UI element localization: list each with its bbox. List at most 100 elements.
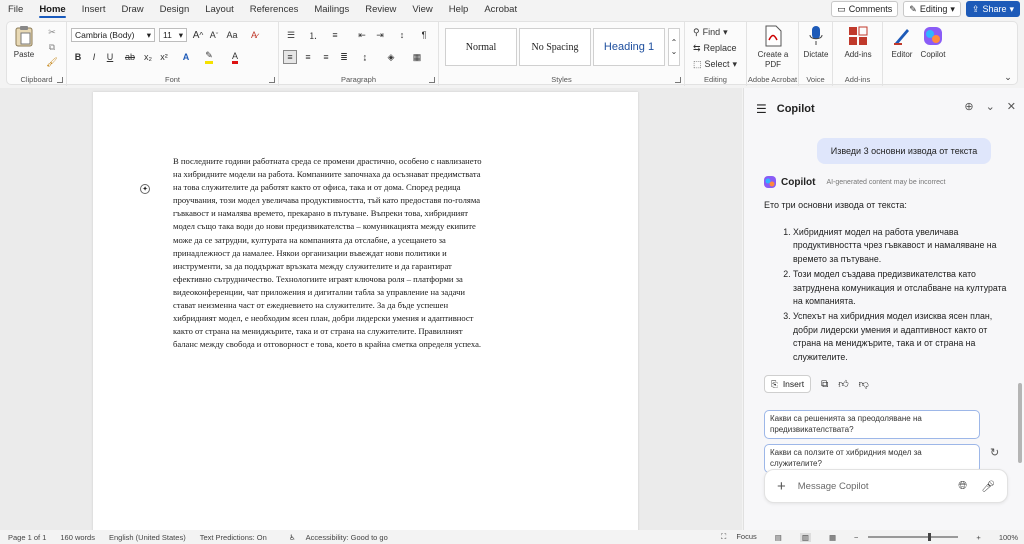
- page-count[interactable]: Page 1 of 1: [8, 533, 46, 542]
- multilevel-list-icon[interactable]: ≡: [327, 28, 343, 42]
- find-button[interactable]: ⚲ Find ▾: [693, 25, 728, 39]
- subscript-icon[interactable]: x₂: [141, 50, 155, 64]
- tab-home[interactable]: Home: [31, 0, 73, 19]
- style-heading-1[interactable]: Heading 1: [593, 28, 665, 66]
- response-actions: ⎘ Insert ⧉ 👍︎ 👎︎: [764, 375, 869, 393]
- tab-acrobat[interactable]: Acrobat: [476, 0, 525, 19]
- chevron-down-icon[interactable]: ⌄: [986, 100, 995, 113]
- tab-references[interactable]: References: [242, 0, 307, 19]
- zoom-slider[interactable]: [868, 533, 959, 541]
- select-button[interactable]: ⬚ Select ▾: [693, 57, 737, 71]
- increase-indent-icon[interactable]: ⇥: [373, 28, 387, 42]
- tab-insert[interactable]: Insert: [74, 0, 114, 19]
- zoom-out-icon[interactable]: −: [854, 533, 858, 542]
- thumbs-up-icon[interactable]: 👍︎: [838, 378, 848, 390]
- justify-icon[interactable]: ≣: [337, 50, 351, 64]
- highlight-color-icon[interactable]: ✎: [199, 50, 219, 64]
- comments-button[interactable]: ▭ Comments: [831, 1, 899, 17]
- copilot-ribbon-button[interactable]: Copilot: [917, 24, 949, 60]
- style-no-spacing[interactable]: No Spacing: [519, 28, 591, 66]
- decrease-indent-icon[interactable]: ⇤: [355, 28, 369, 42]
- web-layout-icon[interactable]: ▦: [829, 533, 836, 542]
- font-size-dropdown[interactable]: 11 ▾: [159, 28, 187, 42]
- bullets-icon[interactable]: ☰: [283, 28, 299, 42]
- copilot-scrollbar[interactable]: [1018, 383, 1022, 463]
- tab-design[interactable]: Design: [152, 0, 198, 19]
- ai-disclaimer: AI-generated content may be incorrect: [826, 178, 946, 186]
- globe-icon[interactable]: 🌐︎: [958, 480, 967, 493]
- hamburger-menu-icon[interactable]: ☰: [756, 102, 767, 116]
- zoom-in-icon[interactable]: +: [976, 533, 980, 542]
- copy-icon[interactable]: ⧉: [45, 41, 59, 53]
- new-chat-icon[interactable]: ⊕: [964, 100, 973, 113]
- replace-button[interactable]: ⇆ Replace: [693, 41, 737, 55]
- strikethrough-icon[interactable]: ab: [123, 50, 137, 64]
- create-pdf-button[interactable]: Create a PDF: [753, 24, 793, 70]
- font-name-dropdown[interactable]: Cambria (Body) ▾: [71, 28, 155, 42]
- align-center-icon[interactable]: ≡: [301, 50, 315, 64]
- read-mode-icon[interactable]: ▤: [775, 533, 782, 542]
- sort-icon[interactable]: ↕: [395, 28, 409, 42]
- paragraph-launcher-icon[interactable]: [429, 77, 435, 83]
- close-icon[interactable]: ✕: [1007, 100, 1016, 113]
- show-marks-icon[interactable]: ¶: [417, 28, 431, 42]
- tab-draw[interactable]: Draw: [113, 0, 151, 19]
- text-predictions-status[interactable]: Text Predictions: On: [200, 533, 267, 542]
- font-color-icon[interactable]: A: [225, 50, 245, 64]
- underline-icon[interactable]: U: [103, 50, 117, 64]
- style-normal[interactable]: Normal: [445, 28, 517, 66]
- tab-review[interactable]: Review: [357, 0, 404, 19]
- clear-formatting-icon[interactable]: A̷: [247, 28, 261, 42]
- editing-mode-button[interactable]: ✎ Editing ▾: [903, 1, 961, 17]
- bold-icon[interactable]: B: [71, 50, 85, 64]
- shading-icon[interactable]: ◈: [383, 50, 399, 64]
- align-right-icon[interactable]: ≡: [319, 50, 333, 64]
- add-attachment-icon[interactable]: +: [777, 478, 786, 495]
- insert-button[interactable]: ⎘ Insert: [764, 375, 812, 393]
- language-indicator[interactable]: English (United States): [109, 533, 186, 542]
- refresh-suggestions-icon[interactable]: ↻: [990, 446, 999, 459]
- copilot-margin-icon[interactable]: ✦: [140, 184, 150, 194]
- styles-launcher-icon[interactable]: [675, 77, 681, 83]
- styles-more-icon[interactable]: ⌃ ⌄: [668, 28, 680, 66]
- tab-help[interactable]: Help: [441, 0, 477, 19]
- superscript-icon[interactable]: x²: [157, 50, 171, 64]
- cut-icon[interactable]: ✂: [45, 26, 59, 38]
- document-page[interactable]: ✦ В последните години работната среда се…: [93, 92, 638, 532]
- italic-icon[interactable]: I: [87, 50, 101, 64]
- copy-icon[interactable]: ⧉: [821, 379, 828, 390]
- document-body-text[interactable]: В последните години работната среда се п…: [173, 155, 568, 351]
- paste-button[interactable]: Paste: [13, 24, 35, 60]
- shrink-font-icon[interactable]: Aˇ: [207, 28, 221, 42]
- tab-file[interactable]: File: [0, 0, 31, 19]
- addins-button[interactable]: Add-ins: [837, 24, 879, 60]
- microphone-icon[interactable]: 🎤︎: [981, 480, 995, 493]
- zoom-level[interactable]: 100%: [999, 533, 1018, 542]
- collapse-ribbon-icon[interactable]: ⌄: [1003, 72, 1013, 82]
- line-spacing-icon[interactable]: ↨: [357, 50, 373, 64]
- clipboard-launcher-icon[interactable]: [57, 77, 63, 83]
- borders-icon[interactable]: ▦: [409, 50, 425, 64]
- tab-view[interactable]: View: [404, 0, 440, 19]
- message-input[interactable]: + Message Copilot 🌐︎ 🎤︎: [764, 469, 1008, 503]
- numbering-icon[interactable]: ⒈: [305, 28, 321, 42]
- focus-button[interactable]: ⛶ Focus: [713, 532, 757, 542]
- thumbs-down-icon[interactable]: 👎︎: [859, 378, 869, 390]
- print-layout-icon[interactable]: ▥: [799, 532, 811, 542]
- accessibility-status[interactable]: ♿︎ Accessibility: Good to go: [281, 533, 388, 542]
- word-count[interactable]: 160 words: [60, 533, 95, 542]
- format-painter-icon[interactable]: 🖌: [45, 56, 59, 68]
- font-launcher-icon[interactable]: [269, 77, 275, 83]
- comment-icon: ▭: [837, 3, 846, 14]
- tab-mailings[interactable]: Mailings: [306, 0, 357, 19]
- text-effects-icon[interactable]: A: [179, 50, 193, 64]
- share-button[interactable]: ⇪ Share ▾: [965, 1, 1020, 17]
- zoom-thumb[interactable]: [928, 533, 932, 541]
- grow-font-icon[interactable]: A ^: [191, 28, 205, 42]
- suggestion-chip[interactable]: Какви са решенията за преодоляване на пр…: [764, 410, 980, 439]
- align-left-icon[interactable]: ≡: [283, 50, 297, 64]
- dictate-button[interactable]: Dictate: [801, 24, 831, 60]
- editor-button[interactable]: Editor: [887, 24, 917, 60]
- tab-layout[interactable]: Layout: [197, 0, 242, 19]
- change-case-icon[interactable]: Aa: [225, 28, 239, 42]
